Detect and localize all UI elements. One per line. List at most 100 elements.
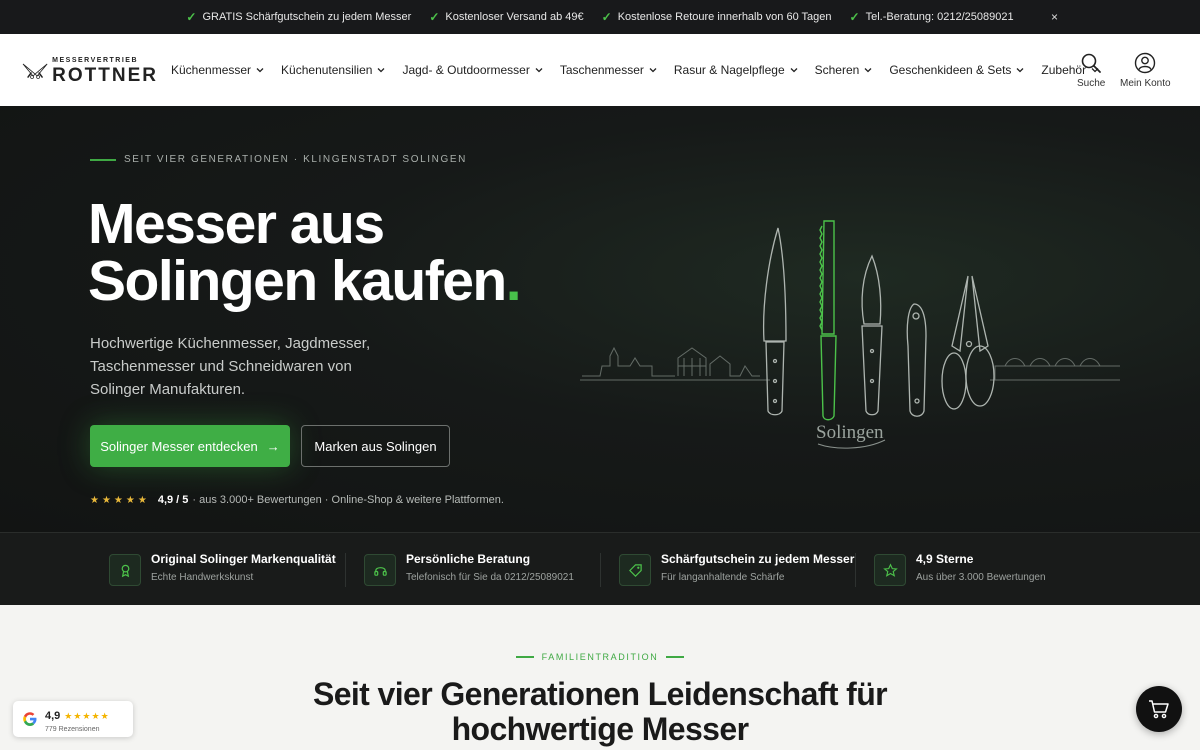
eyebrow-line <box>666 656 685 658</box>
hero-rating: ★★★★★ 4,9 / 5 · aus 3.000+ Bewertungen ·… <box>90 494 504 506</box>
usp-divider <box>855 553 856 587</box>
nav-label: Küchenutensilien <box>281 63 373 77</box>
hero-eyebrow: SEIT VIER GENERATIONEN · KLINGENSTADT SO… <box>90 154 467 165</box>
logo-tagline: MESSERVERTRIEB <box>52 57 139 64</box>
brands-button[interactable]: Marken aus Solingen <box>301 425 450 467</box>
cart-button[interactable] <box>1136 686 1182 732</box>
nav-label: Küchenmesser <box>171 63 252 77</box>
hero-section: SEIT VIER GENERATIONEN · KLINGENSTADT SO… <box>0 106 1200 532</box>
chevron-down-icon <box>256 68 264 73</box>
family-tradition-section: FAMILIENTRADITION Seit vier Generationen… <box>0 605 1200 750</box>
section-title: Seit vier Generationen Leidenschaft für … <box>0 677 1200 747</box>
google-review-count: 779 Rezensionen <box>45 725 100 733</box>
announcement-text: Kostenloser Versand ab 49€ <box>445 11 584 23</box>
announcement-text: GRATIS Schärfgutschein zu jedem Messer <box>202 11 412 23</box>
cart-icon <box>1149 700 1169 719</box>
tag-icon <box>619 554 651 586</box>
chevron-down-icon <box>1016 68 1024 73</box>
check-icon: ✓ <box>601 10 612 24</box>
usp-item-rating: 4,9 Sterne Aus über 3.000 Bewertungen <box>874 551 1046 586</box>
headset-icon <box>364 554 396 586</box>
announcement-text: Tel.-Beratung: 0212/25089021 <box>865 11 1014 23</box>
eyebrow-line <box>515 656 534 658</box>
chevron-down-icon <box>377 68 385 73</box>
discover-knives-label: Solinger Messer entdecken <box>100 438 258 454</box>
usp-desc: Telefonisch für Sie da 0212/25089021 <box>406 572 574 583</box>
nav-item-jagd-outdoormesser[interactable]: Jagd- & Outdoormesser <box>402 63 543 77</box>
chevron-down-icon <box>790 68 798 73</box>
nav-item-geschenkideen-sets[interactable]: Geschenkideen & Sets <box>889 63 1024 77</box>
close-announcement-button[interactable]: × <box>1051 10 1058 24</box>
site-header: MESSERVERTRIEB ROTTNER Küchenmesser Küch… <box>0 34 1200 106</box>
usp-divider <box>345 553 346 587</box>
nav-item-kuechenutensilien[interactable]: Küchenutensilien <box>281 63 385 77</box>
solingen-knives-illustration: Solingen <box>580 220 1120 449</box>
nav-item-taschenmesser[interactable]: Taschenmesser <box>560 63 657 77</box>
usp-title: Schärfgutschein zu jedem Messer <box>661 552 855 566</box>
hero-title-dot: . <box>505 249 522 313</box>
section-title-line2: hochwertige Messer <box>451 711 749 747</box>
eyebrow-line <box>90 158 116 161</box>
logo[interactable]: MESSERVERTRIEB ROTTNER <box>22 52 158 90</box>
crossed-knives-logo-icon <box>22 63 48 79</box>
logo-name: ROTTNER <box>52 65 158 86</box>
award-icon <box>109 554 141 586</box>
nav-label: Jagd- & Outdoormesser <box>402 63 530 77</box>
announcement-item: ✓ Tel.-Beratung: 0212/25089021 <box>850 10 1014 24</box>
rating-score: 4,9 / 5 <box>157 494 189 506</box>
account-label: Mein Konto <box>1120 78 1171 89</box>
chevron-down-icon <box>535 68 543 73</box>
nav-item-rasur-nagelpflege[interactable]: Rasur & Nagelpflege <box>674 63 798 77</box>
usp-item-quality: Original Solinger Markenqualität Echte Ha… <box>109 551 336 586</box>
check-icon: ✓ <box>186 10 197 24</box>
usp-desc: Für langanhaltende Schärfe <box>661 572 785 583</box>
chevron-down-icon <box>864 68 872 73</box>
usp-title: 4,9 Sterne <box>916 552 974 566</box>
section-eyebrow-text: FAMILIENTRADITION <box>541 652 659 662</box>
search-icon <box>1081 53 1102 73</box>
google-stars-icon: ★★★★★ <box>64 710 110 721</box>
announcement-bar: ✓ GRATIS Schärfgutschein zu jedem Messer … <box>0 0 1200 34</box>
nav-item-scheren[interactable]: Scheren <box>815 63 873 77</box>
search-label: Suche <box>1077 78 1106 89</box>
brands-label: Marken aus Solingen <box>314 438 437 454</box>
chevron-down-icon <box>649 68 657 73</box>
nav-label: Rasur & Nagelpflege <box>673 63 785 77</box>
hero-subtitle: Hochwertige Küchenmesser, Jagdmesser, Ta… <box>90 335 371 398</box>
usp-title: Original Solinger Markenqualität <box>151 552 336 566</box>
usp-divider <box>600 553 601 587</box>
usp-item-advice: Persönliche Beratung Telefonisch für Sie … <box>364 551 574 586</box>
announcement-item: ✓ Kostenlose Retoure innerhalb von 60 Tag… <box>602 10 832 24</box>
discover-knives-button[interactable]: Solinger Messer entdecken → <box>90 425 290 467</box>
hero-title-line1: Messer aus <box>88 192 385 256</box>
usp-desc: Echte Handwerkskunst <box>151 572 254 583</box>
hero-title-line2: Solingen kaufen <box>88 249 507 313</box>
usp-desc: Aus über 3.000 Bewertungen <box>916 572 1046 583</box>
rating-stars-icon: ★★★★★ <box>90 494 150 506</box>
rating-text: · aus 3.000+ Bewertungen · Online-Shop &… <box>192 494 504 506</box>
google-score: 4,9 <box>45 709 61 722</box>
illustration-caption: Solingen <box>816 422 884 443</box>
usp-band: Original Solinger Markenqualität Echte Ha… <box>0 532 1200 605</box>
nav-label: Scheren <box>814 63 860 77</box>
user-icon <box>1135 52 1156 74</box>
google-reviews-badge[interactable]: 4,9 ★★★★★ 779 Rezensionen <box>13 701 133 737</box>
arrow-right-icon: → <box>266 438 280 454</box>
section-title-line1: Seit vier Generationen Leidenschaft für <box>312 676 888 712</box>
announcement-text: Kostenlose Retoure innerhalb von 60 Tage… <box>617 11 832 23</box>
nav-item-kuechenmesser[interactable]: Küchenmesser <box>171 63 264 77</box>
check-icon: ✓ <box>849 10 860 24</box>
google-icon <box>23 712 37 726</box>
account-button[interactable]: Mein Konto <box>1120 52 1171 89</box>
section-eyebrow: FAMILIENTRADITION <box>0 652 1200 662</box>
announcement-item: ✓ Kostenloser Versand ab 49€ <box>429 10 583 24</box>
search-button[interactable]: Suche <box>1077 52 1105 89</box>
usp-title: Persönliche Beratung <box>406 552 531 566</box>
star-icon <box>874 554 906 586</box>
check-icon: ✓ <box>429 10 440 24</box>
hero-title: Messer aus Solingen kaufen. <box>88 196 548 310</box>
main-nav: Küchenmesser Küchenutensilien Jagd- & Ou… <box>171 34 1116 106</box>
nav-label: Geschenkideen & Sets <box>889 63 1012 77</box>
announcement-item: ✓ GRATIS Schärfgutschein zu jedem Messer <box>186 10 411 24</box>
nav-label: Taschenmesser <box>559 63 644 77</box>
